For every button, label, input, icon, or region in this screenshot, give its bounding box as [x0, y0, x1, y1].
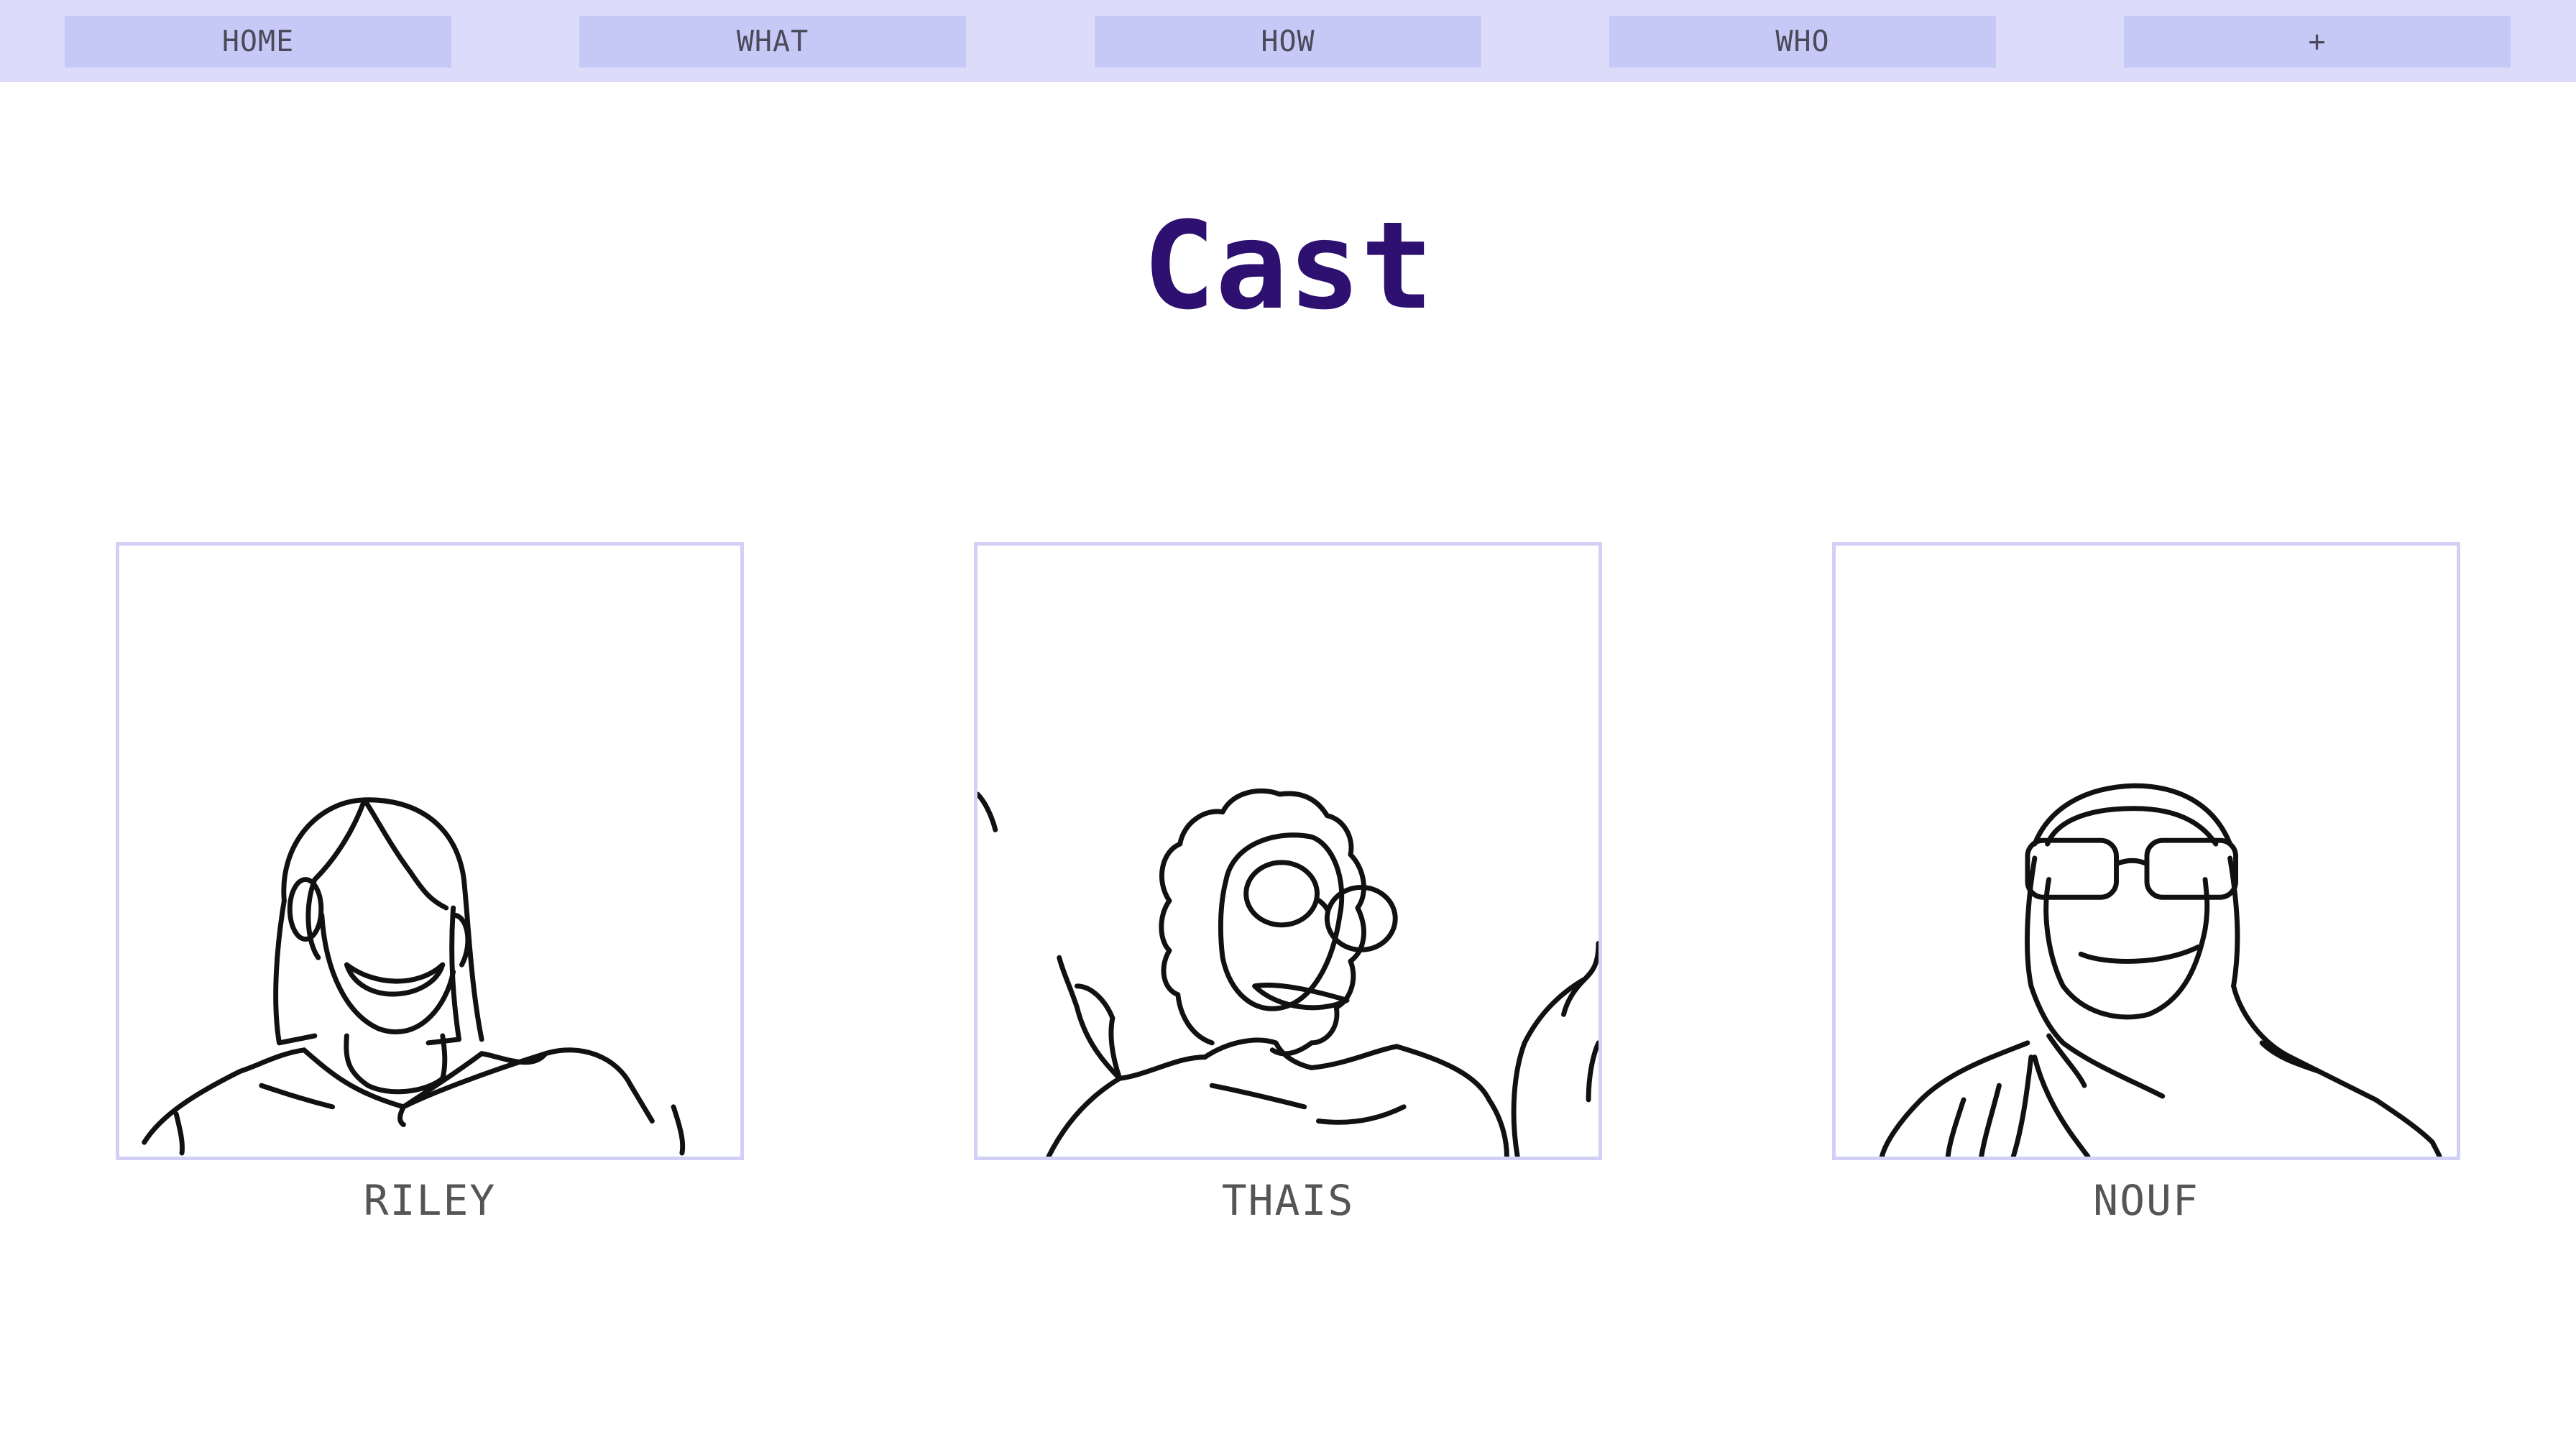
cast-name: THAIS	[1221, 1176, 1355, 1225]
cast-card-nouf[interactable]: NOUF	[1832, 542, 2460, 1225]
portrait-thais-drawing	[978, 788, 1598, 1157]
portrait-thais[interactable]	[974, 542, 1602, 1160]
cast-card-riley[interactable]: RILEY	[116, 542, 744, 1225]
top-navigation: HOME WHAT HOW WHO +	[0, 0, 2576, 82]
portrait-riley[interactable]	[116, 542, 744, 1160]
nav-what-button[interactable]: WHAT	[579, 16, 966, 68]
cast-card-thais[interactable]: THAIS	[974, 542, 1602, 1225]
cast-name: RILEY	[363, 1176, 497, 1225]
page-title: Cast	[1142, 196, 1434, 336]
portrait-riley-drawing	[142, 797, 686, 1156]
cast-name: NOUF	[2093, 1176, 2199, 1225]
nav-more-button[interactable]: +	[2124, 16, 2511, 68]
nav-who-button[interactable]: WHO	[1609, 16, 1996, 68]
nav-how-button[interactable]: HOW	[1095, 16, 1481, 68]
nav-home-button[interactable]: HOME	[65, 16, 451, 68]
portrait-nouf-drawing	[1879, 783, 2442, 1157]
portrait-nouf[interactable]	[1832, 542, 2460, 1160]
